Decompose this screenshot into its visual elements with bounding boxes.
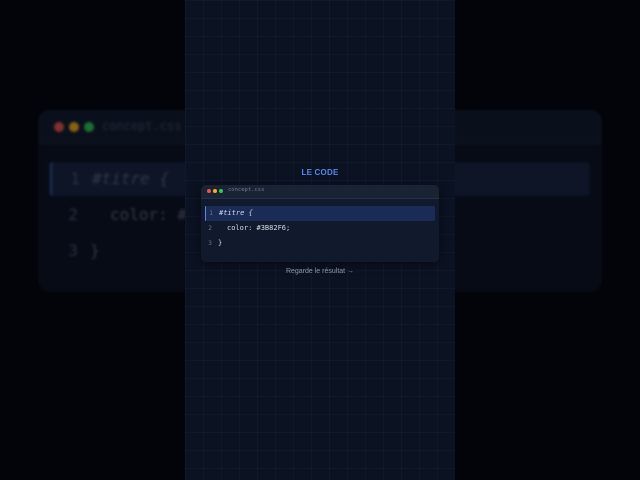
- bg-maximize-dot-icon: [84, 122, 94, 132]
- background-line-text: color: #: [110, 205, 188, 224]
- bg-minimize-dot-icon: [69, 122, 79, 132]
- code-line[interactable]: 1 #titre {: [205, 206, 435, 221]
- code-line[interactable]: 2 color: #3B82F6;: [205, 221, 435, 236]
- editor-filename: concept.css: [228, 187, 265, 193]
- line-number: 3: [208, 240, 212, 247]
- line-number: 1: [209, 210, 213, 217]
- section-title: LE CODE: [301, 168, 339, 177]
- background-editor-filename: concept.css: [102, 119, 182, 133]
- code-text: }: [218, 239, 223, 247]
- background-line-number: 1: [70, 169, 80, 188]
- editor-titlebar: concept.css: [201, 185, 439, 199]
- close-dot-icon[interactable]: [207, 189, 211, 193]
- code-line[interactable]: 3}: [205, 236, 435, 251]
- background-line-number: 2: [68, 205, 78, 224]
- bg-close-dot-icon: [54, 122, 64, 132]
- background-line-number: 3: [68, 241, 78, 260]
- background-line-text: }: [90, 241, 100, 260]
- background-line-text: #titre {: [92, 169, 170, 188]
- code-text: #titre {: [219, 209, 253, 217]
- code-editor-window: concept.css 1 #titre { 2 color: #3B82F6; 3…: [201, 185, 439, 262]
- code-text: color: #3B82F6;: [227, 224, 291, 232]
- code-area[interactable]: 1 #titre { 2 color: #3B82F6; 3}: [205, 206, 435, 251]
- maximize-dot-icon[interactable]: [219, 189, 223, 193]
- content-panel: LE CODE concept.css 1 #titre { 2 color: #3…: [185, 0, 455, 480]
- line-number: 2: [208, 225, 212, 232]
- see-result-link[interactable]: Regarde le résultat →: [185, 268, 455, 275]
- minimize-dot-icon[interactable]: [213, 189, 217, 193]
